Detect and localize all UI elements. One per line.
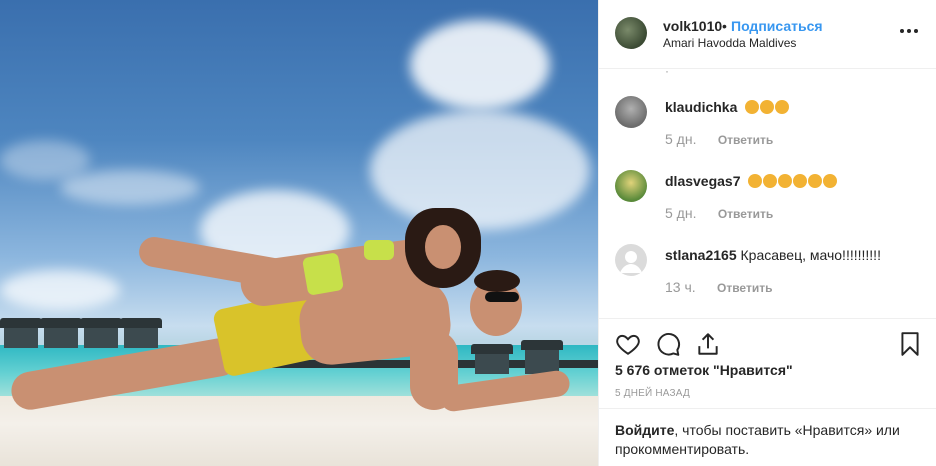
commenter-avatar[interactable] [615, 96, 647, 128]
bookmark-icon[interactable] [897, 331, 923, 357]
reply-button[interactable]: Ответить [718, 207, 773, 221]
cloud [0, 270, 120, 310]
commenter-username[interactable]: stlana2165 [665, 247, 737, 263]
login-link[interactable]: Войдите [615, 422, 674, 438]
man-hair [474, 270, 520, 292]
login-prompt: Войдите, чтобы поставить «Нравится» или … [599, 408, 936, 466]
woman-face [425, 225, 461, 269]
clapping-hands-icon [823, 174, 838, 188]
woman-bikini-top [364, 240, 394, 260]
comment-meta: 13 ч. Ответить [665, 279, 772, 295]
clapping-hands-icon [808, 174, 823, 188]
commenter-username[interactable]: dlasvegas7 [665, 173, 741, 189]
ok-hand-icon [760, 100, 775, 114]
comment-body: dlasvegas7 [665, 173, 838, 189]
heart-icon[interactable] [615, 331, 641, 357]
water-villas [455, 340, 598, 374]
default-avatar-icon [620, 251, 642, 273]
cloud [60, 170, 200, 205]
clapping-hands-icon [793, 174, 808, 188]
post-side-panel: volk1010 • Подписаться Amari Havodda Mal… [598, 0, 936, 466]
cloud [0, 140, 90, 180]
cloud [410, 20, 550, 110]
comments-list[interactable]: · klaudichka 5 дн. Ответить dlasvegas7 5… [599, 70, 936, 318]
more-options-icon[interactable] [900, 22, 918, 40]
share-icon[interactable] [695, 331, 721, 357]
likes-count[interactable]: 5 676 отметок "Нравится" [615, 362, 793, 378]
post-actions-bar [599, 318, 936, 366]
comment-time[interactable]: 5 дн. [665, 205, 696, 221]
post-location[interactable]: Amari Havodda Maldives [663, 36, 796, 50]
author-username[interactable]: volk1010 [663, 18, 722, 34]
comment-icon[interactable] [655, 331, 681, 357]
post-header: volk1010 • Подписаться Amari Havodda Mal… [599, 0, 936, 69]
cloud [370, 110, 590, 230]
reply-button[interactable]: Ответить [717, 281, 772, 295]
clapping-hands-icon [778, 174, 793, 188]
commenter-avatar[interactable] [615, 170, 647, 202]
instagram-post: volk1010 • Подписаться Amari Havodda Mal… [0, 0, 936, 466]
comment-text: Красавец, мачо!!!!!!!!!! [740, 247, 881, 263]
comment-meta: 5 дн. Ответить [665, 205, 773, 221]
comment-body: klaudichka [665, 99, 790, 115]
clapping-hands-icon [748, 174, 763, 188]
comment-body: stlana2165 Красавец, мачо!!!!!!!!!! [665, 247, 881, 263]
clapping-hands-icon [745, 100, 760, 114]
woman-bikini [301, 252, 345, 296]
separator-dot: • [722, 18, 727, 34]
comment-time[interactable]: 5 дн. [665, 131, 696, 147]
commenter-avatar[interactable] [615, 244, 647, 276]
post-date[interactable]: 5 ДНЕЙ НАЗАД [615, 388, 690, 399]
clapping-hands-icon [763, 174, 778, 188]
follow-button[interactable]: Подписаться [731, 18, 823, 34]
sunglasses [485, 292, 519, 302]
reply-button[interactable]: Ответить [718, 133, 773, 147]
commenter-username[interactable]: klaudichka [665, 99, 737, 115]
comment-meta: 5 дн. Ответить [665, 131, 773, 147]
beach-sand [0, 396, 598, 466]
clipped-comment-fragment: · [665, 70, 669, 78]
water-villas [0, 312, 170, 348]
author-avatar[interactable] [615, 17, 647, 49]
thumbs-up-icon [775, 100, 790, 114]
post-photo[interactable] [0, 0, 598, 466]
comment-time[interactable]: 13 ч. [665, 279, 696, 295]
